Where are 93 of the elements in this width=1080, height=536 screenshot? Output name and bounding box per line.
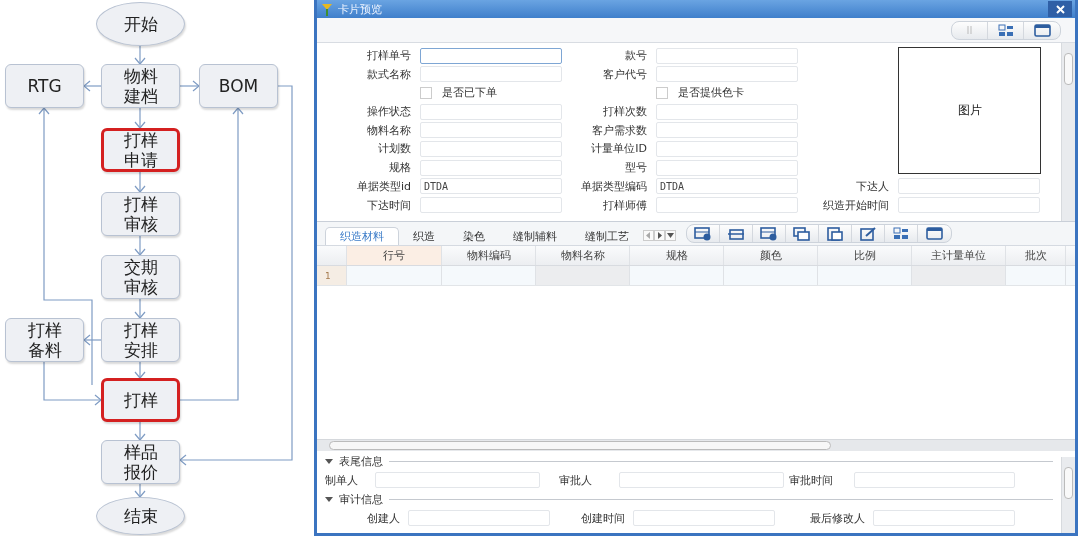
connector-arrow (134, 298, 146, 319)
connector-arrow (134, 421, 146, 441)
flowchart-node: 打样 (101, 378, 180, 422)
flowchart-node: 交期 审核 (101, 255, 180, 299)
horizontal-scrollbar[interactable] (317, 439, 1075, 451)
collapse-icon[interactable] (325, 495, 333, 503)
window-icon[interactable] (926, 227, 943, 240)
flowchart-node: 打样 审核 (101, 192, 180, 236)
column-header[interactable]: 批次 (1024, 248, 1047, 263)
field-label: 款号 (624, 48, 647, 63)
flowchart-node: 打样 备料 (5, 318, 84, 362)
input-field[interactable]: DTDA (656, 178, 798, 195)
connector-arrow (134, 171, 146, 193)
field-label: 创建人 (366, 510, 400, 526)
insert-row-icon[interactable] (727, 226, 745, 241)
tab[interactable]: 缝制辅料 (499, 227, 571, 245)
connector-arrow (134, 483, 146, 498)
grid-icon[interactable] (893, 227, 909, 240)
column-header[interactable]: 规格 (665, 248, 688, 263)
tab[interactable]: 织造材料 (325, 227, 399, 245)
connector-arrow (134, 361, 146, 379)
field-label: 操作状态 (366, 104, 411, 120)
tab[interactable]: 染色 (449, 227, 499, 245)
field-label: 打样师傅 (602, 197, 647, 213)
input-field[interactable] (420, 47, 562, 64)
field-label: 计量单位ID (590, 141, 647, 157)
close-button[interactable] (1048, 1, 1072, 17)
checkbox-label: 是否提供色卡 (678, 85, 744, 101)
grid-icon[interactable] (997, 23, 1014, 37)
row-number: 1 (325, 270, 331, 281)
dropdown-icon[interactable] (665, 230, 676, 241)
field-label: 创建时间 (580, 510, 625, 526)
tab[interactable]: 缝制工艺 (571, 227, 643, 245)
edit-icon[interactable] (859, 226, 877, 241)
table-cell[interactable] (536, 266, 630, 285)
collapse-icon[interactable] (325, 457, 333, 465)
column-header[interactable]: 行号 (383, 248, 405, 263)
field-label: 物料名称 (366, 122, 411, 138)
app-icon (321, 2, 333, 16)
field-label: 型号 (624, 160, 647, 176)
window-icon[interactable] (1033, 23, 1051, 37)
checkbox[interactable] (656, 86, 668, 99)
image-field[interactable]: 图片 (898, 47, 1041, 175)
field-label: 审批时间 (789, 472, 834, 488)
scroll-right-icon[interactable] (654, 230, 665, 241)
flowchart-node: BOM (199, 64, 278, 108)
field-label: 打样次数 (602, 104, 647, 120)
window-title: 卡片预览 (338, 1, 382, 17)
flowchart-node: 样品 报价 (101, 440, 180, 484)
flowchart-node: 结束 (96, 497, 185, 535)
flowchart-node: 打样 安排 (101, 318, 180, 362)
vertical-scrollbar[interactable] (1061, 43, 1075, 221)
connector-arrow (134, 107, 146, 129)
flowchart-node: 物料 建档 (101, 64, 180, 108)
vertical-bars-icon[interactable] (964, 24, 975, 36)
column-header[interactable]: 颜色 (759, 248, 782, 263)
field-label: 规格 (388, 160, 411, 176)
field-label: 客户代号 (602, 66, 647, 82)
delete-row-icon[interactable] (760, 226, 778, 241)
flowchart-node: RTG (5, 64, 84, 108)
field-label: 打样单号 (366, 48, 411, 63)
add-row-icon[interactable] (694, 226, 712, 241)
field-label: 下达时间 (366, 197, 411, 213)
table-cell[interactable] (912, 266, 1006, 285)
field-label: 最后修改人 (809, 510, 865, 526)
flowchart-node: 打样 申请 (101, 128, 180, 172)
section-title: 表尾信息 (339, 453, 383, 469)
field-label: 单据类型编码 (580, 178, 647, 194)
flowchart-node: 开始 (96, 2, 185, 46)
field-label: 单据类型id (355, 178, 411, 194)
field-label: 款式名称 (366, 66, 411, 82)
field-label: 织造开始时间 (822, 197, 889, 213)
vertical-scrollbar[interactable] (1061, 457, 1075, 533)
close-icon[interactable] (1055, 4, 1065, 14)
column-header[interactable]: 比例 (853, 248, 876, 263)
field-label: 客户需求数 (591, 122, 647, 138)
connector-arrow (134, 235, 146, 256)
field-label: 下达人 (855, 178, 889, 194)
checkbox-label: 是否已下单 (442, 85, 497, 101)
field-label: 制单人 (325, 472, 359, 488)
connector-arrow (83, 80, 102, 92)
input-field[interactable]: DTDA (420, 178, 562, 195)
field-label: 审批人 (559, 472, 593, 488)
paste-icon[interactable] (826, 226, 844, 241)
column-header[interactable]: 主计量单位 (931, 248, 986, 263)
tab[interactable]: 织造 (399, 227, 449, 245)
copy-icon[interactable] (793, 226, 811, 241)
column-header[interactable]: 物料编码 (466, 248, 511, 263)
section-title: 审计信息 (339, 491, 383, 507)
checkbox[interactable] (420, 86, 432, 99)
connector-arrow (134, 45, 146, 65)
field-label: 计划数 (377, 141, 411, 157)
column-header[interactable]: 物料名称 (560, 248, 605, 263)
